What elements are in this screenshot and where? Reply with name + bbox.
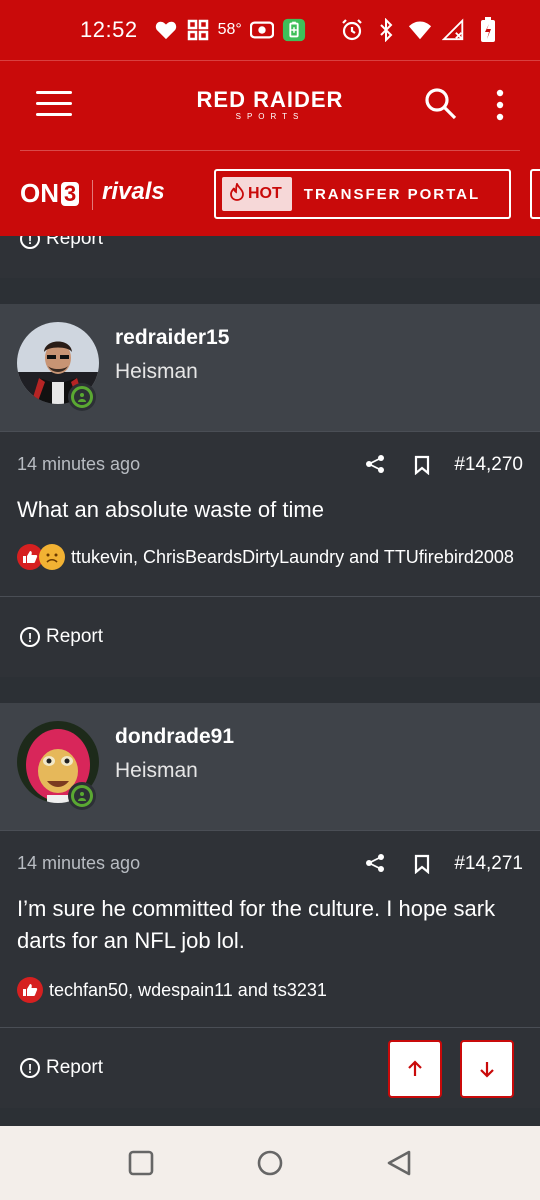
- radio-icon: [249, 18, 274, 42]
- online-status-icon: [68, 782, 96, 810]
- post-footer: ! Report: [0, 1028, 540, 1108]
- transfer-portal-label: TRANSFER PORTAL: [303, 185, 481, 203]
- post-number[interactable]: #14,270: [454, 454, 523, 476]
- hot-label: HOT: [248, 185, 282, 202]
- bookmark-icon[interactable]: [413, 455, 431, 480]
- transfer-portal-button[interactable]: HOT TRANSFER PORTAL: [214, 169, 511, 219]
- post-time[interactable]: 14 minutes ago: [17, 853, 140, 874]
- like-reaction-icon: [17, 977, 43, 1003]
- recents-icon[interactable]: [126, 1148, 156, 1178]
- post-message: I’m sure he committed for the culture. I…: [17, 896, 496, 953]
- battery-icon: [476, 17, 500, 42]
- scroll-down-button[interactable]: [460, 1040, 514, 1098]
- more-options-icon[interactable]: [494, 89, 506, 121]
- logo-divider: [92, 180, 93, 210]
- flame-icon: [230, 181, 244, 206]
- user-rank: Heisman: [115, 360, 198, 383]
- thread-content: ! Report redraider15 Heisman 14 minutes …: [0, 236, 540, 1126]
- status-time: 12:52: [80, 17, 138, 42]
- report-label: Report: [46, 1057, 104, 1078]
- username[interactable]: redraider15: [115, 326, 229, 350]
- post-message: What an absolute waste of time: [17, 497, 324, 522]
- post-gap: [0, 278, 540, 304]
- rivals-logo[interactable]: rivals: [102, 178, 165, 206]
- report-label: Report: [46, 626, 104, 647]
- signal-icon: [442, 18, 466, 42]
- hot-badge: HOT: [222, 177, 292, 211]
- post: dondrade91 Heisman 14 minutes ago #14,27…: [0, 703, 540, 1108]
- post-author: redraider15 Heisman: [0, 304, 540, 431]
- post-meta: 14 minutes ago #14,270: [0, 432, 540, 492]
- arrow-up-icon: [408, 1060, 422, 1076]
- search-icon[interactable]: [424, 87, 460, 123]
- post-footer: ! Report: [0, 597, 540, 677]
- report-button[interactable]: ! Report: [0, 1057, 103, 1079]
- arrow-down-icon: [480, 1062, 494, 1078]
- share-icon[interactable]: [365, 454, 385, 479]
- alert-icon: !: [20, 1058, 40, 1078]
- back-icon[interactable]: [384, 1148, 414, 1178]
- on3-text: ON: [20, 178, 59, 208]
- on3-logo[interactable]: ON 3: [20, 178, 80, 209]
- post-body: 14 minutes ago #14,271 I’m sure he commi…: [0, 831, 540, 1027]
- reaction-names[interactable]: ttukevin, ChrisBeardsDirtyLaundry and TT…: [71, 547, 514, 568]
- post-meta: 14 minutes ago #14,271: [0, 831, 540, 891]
- report-row: ! Report: [0, 236, 540, 278]
- apps-icon: [186, 18, 210, 42]
- temperature-text: 58°: [217, 21, 242, 38]
- post-author: dondrade91 Heisman: [0, 703, 540, 830]
- report-button[interactable]: ! Report: [0, 626, 103, 648]
- post-gap: [0, 677, 540, 703]
- report-button[interactable]: ! Report: [0, 236, 103, 250]
- share-icon[interactable]: [365, 853, 385, 878]
- heart-icon: [154, 18, 178, 42]
- alert-icon: !: [20, 627, 40, 647]
- system-nav-bar: [0, 1126, 540, 1200]
- app-header: RED RAIDER SPORTS: [0, 60, 540, 150]
- network-bar: ON 3 rivals HOT TRANSFER PORTAL: [0, 150, 540, 236]
- post-body: 14 minutes ago #14,270 What an absolute …: [0, 432, 540, 596]
- home-icon[interactable]: [255, 1148, 285, 1178]
- report-label: Report: [46, 236, 104, 249]
- divider: [20, 150, 520, 151]
- reactions-row[interactable]: techfan50, wdespain11 and ts3231: [0, 977, 540, 1003]
- wifi-icon: [408, 18, 432, 42]
- on3-digit: 3: [61, 181, 80, 206]
- bookmark-icon[interactable]: [413, 854, 431, 879]
- alert-icon: !: [20, 236, 40, 249]
- bluetooth-icon: [374, 18, 398, 42]
- status-bar: 12:52 58°: [0, 0, 540, 60]
- post-number[interactable]: #14,271: [454, 853, 523, 875]
- alarm-icon: [340, 18, 364, 42]
- next-nav-button[interactable]: [530, 169, 540, 219]
- scroll-up-button[interactable]: [388, 1040, 442, 1098]
- sad-reaction-icon: [39, 544, 65, 570]
- reaction-names[interactable]: techfan50, wdespain11 and ts3231: [49, 980, 327, 1001]
- battery-saver-icon: [282, 18, 306, 42]
- reactions-row[interactable]: ttukevin, ChrisBeardsDirtyLaundry and TT…: [0, 544, 540, 570]
- user-rank: Heisman: [115, 759, 198, 782]
- username[interactable]: dondrade91: [115, 725, 234, 749]
- post: redraider15 Heisman 14 minutes ago #14,2…: [0, 304, 540, 677]
- post-time[interactable]: 14 minutes ago: [17, 454, 140, 475]
- online-status-icon: [68, 383, 96, 411]
